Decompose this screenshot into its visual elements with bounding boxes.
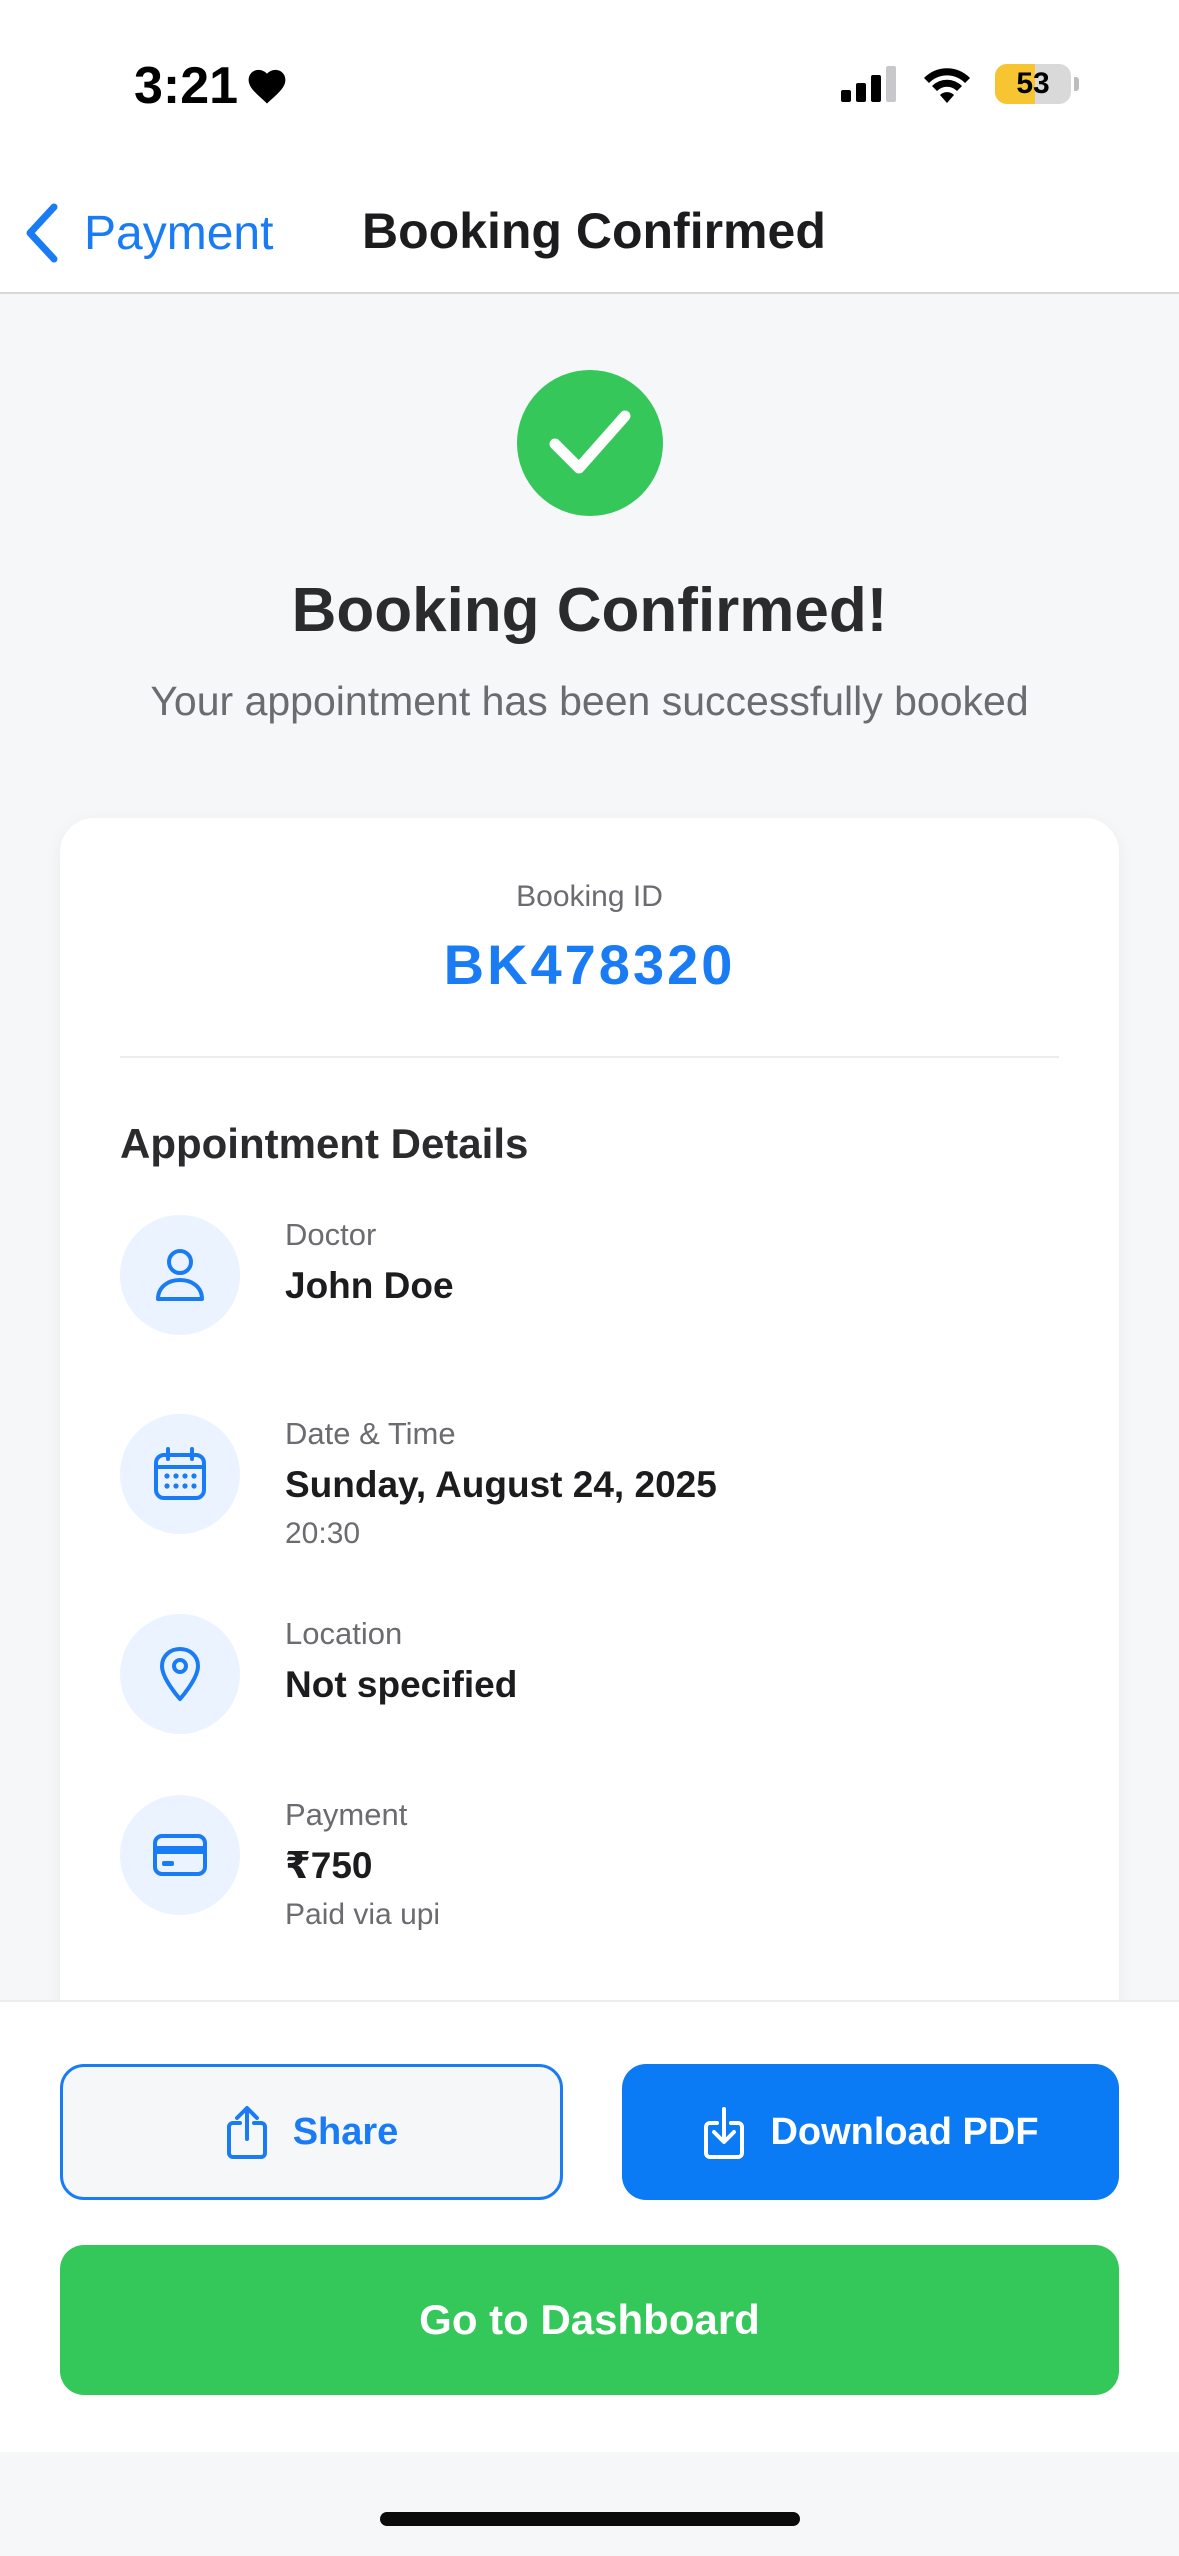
- download-pdf-button[interactable]: Download PDF: [622, 2064, 1119, 2200]
- datetime-time: 20:30: [285, 1517, 361, 1550]
- battery-indicator: 53: [995, 64, 1071, 104]
- wifi-icon: [924, 68, 970, 103]
- payment-label: Payment: [285, 1797, 408, 1832]
- go-to-dashboard-label: Go to Dashboard: [419, 2296, 760, 2343]
- payment-amount: ₹750: [285, 1845, 373, 1886]
- go-to-dashboard-button[interactable]: Go to Dashboard: [60, 2245, 1119, 2395]
- heart-icon: [248, 69, 286, 104]
- status-time: 3:21: [134, 56, 288, 116]
- payment-method: Paid via upi: [285, 1898, 441, 1931]
- card-divider: [120, 1056, 1059, 1058]
- calendar-icon: [120, 1414, 240, 1534]
- booking-id-label: Booking ID: [516, 880, 663, 913]
- share-button[interactable]: Share: [60, 2064, 563, 2200]
- status-icons: 53: [841, 64, 1079, 104]
- detail-row-payment: Payment ₹750 Paid via upi: [120, 1795, 1020, 1955]
- booking-id-value: BK478320: [443, 933, 736, 996]
- battery-level: 53: [1016, 67, 1050, 100]
- download-icon: [704, 2107, 745, 2159]
- doctor-label: Doctor: [285, 1217, 377, 1252]
- location-text: Location Not specified: [285, 1614, 517, 1710]
- nav-title: Booking Confirmed: [362, 203, 826, 259]
- credit-card-icon: [120, 1795, 240, 1915]
- detail-row-datetime: Date & Time Sunday, August 24, 2025 20:3…: [120, 1414, 1020, 1574]
- payment-text: Payment ₹750 Paid via upi: [285, 1795, 440, 1935]
- datetime-value: Sunday, August 24, 2025: [285, 1464, 717, 1505]
- user-icon: [120, 1215, 240, 1335]
- download-pdf-button-label: Download PDF: [770, 2110, 1039, 2153]
- back-button[interactable]: Payment: [24, 198, 273, 268]
- status-time-text: 3:21: [134, 57, 239, 115]
- detail-row-location: Location Not specified: [120, 1614, 1020, 1734]
- confirmation-title: Booking Confirmed!: [291, 576, 888, 645]
- location-pin-icon: [120, 1614, 240, 1734]
- location-label: Location: [285, 1616, 403, 1651]
- doctor-text: Doctor John Doe: [285, 1215, 454, 1311]
- nav-bar: Payment Booking Confirmed: [0, 170, 1179, 294]
- doctor-value: John Doe: [285, 1265, 454, 1306]
- appointment-details-title: Appointment Details: [120, 1120, 529, 1167]
- cellular-signal-icon: [841, 66, 896, 102]
- confirmation-subtitle: Your appointment has been successfully b…: [150, 678, 1029, 724]
- checkmark-icon: [549, 410, 631, 474]
- chevron-left-icon: [26, 203, 58, 263]
- detail-row-doctor: Doctor John Doe: [120, 1215, 1020, 1335]
- datetime-text: Date & Time Sunday, August 24, 2025 20:3…: [285, 1414, 717, 1554]
- datetime-label: Date & Time: [285, 1416, 456, 1451]
- success-check-icon: [517, 370, 663, 516]
- back-button-label: Payment: [84, 206, 274, 260]
- status-bar: 3:21 53: [0, 0, 1179, 170]
- share-icon: [226, 2106, 267, 2159]
- location-value: Not specified: [285, 1664, 518, 1705]
- share-button-label: Share: [292, 2110, 399, 2153]
- home-indicator[interactable]: [380, 2512, 800, 2526]
- battery-cap: [1074, 77, 1079, 91]
